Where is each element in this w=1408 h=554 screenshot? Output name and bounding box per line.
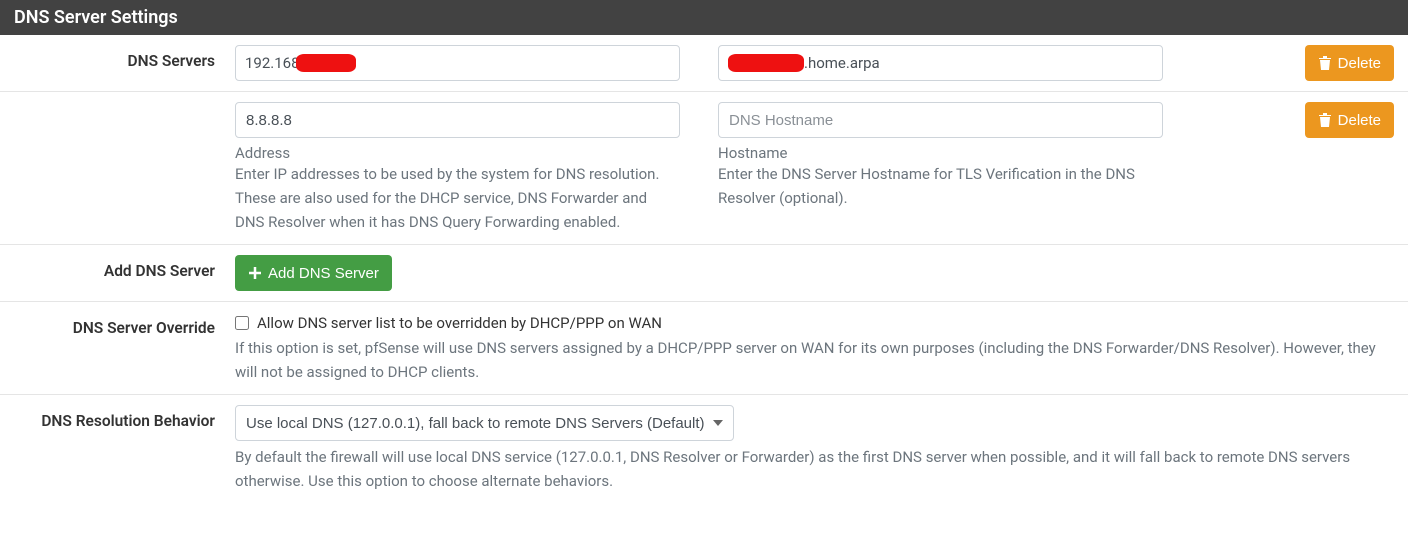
hostname-help-text: Enter the DNS Server Hostname for TLS Ve… (718, 162, 1158, 210)
dns-hostname-input-1[interactable] (718, 102, 1163, 138)
dns-resolution-label: DNS Resolution Behavior (0, 405, 235, 493)
dns-override-label: DNS Server Override (0, 312, 235, 384)
dns-override-row: DNS Server Override Allow DNS server lis… (0, 302, 1408, 395)
dns-resolution-help: By default the firewall will use local D… (235, 445, 1394, 493)
add-dns-server-row: Add DNS Server Add DNS Server (0, 245, 1408, 302)
add-dns-server-button[interactable]: Add DNS Server (235, 255, 392, 291)
add-dns-server-button-label: Add DNS Server (268, 265, 379, 282)
address-field-label: Address (235, 144, 680, 162)
dns-address-input-0[interactable] (235, 45, 680, 81)
dns-override-help: If this option is set, pfSense will use … (235, 336, 1394, 384)
dns-servers-row-0: DNS Servers 192.168 .home.arpa (0, 35, 1408, 92)
address-help-text: Enter IP addresses to be used by the sys… (235, 162, 675, 234)
plus-icon (248, 266, 262, 280)
panel-title: DNS Server Settings (14, 7, 178, 28)
delete-label: Delete (1338, 112, 1381, 129)
panel-header: DNS Server Settings (0, 0, 1408, 35)
add-dns-server-label: Add DNS Server (0, 255, 235, 291)
dns-servers-label: DNS Servers (0, 45, 235, 81)
dns-servers-row-1: Address Enter IP addresses to be used by… (0, 92, 1408, 245)
hostname-field-label: Hostname (718, 144, 1163, 162)
dns-resolution-select[interactable]: Use local DNS (127.0.0.1), fall back to … (235, 405, 734, 441)
dns-address-input-1[interactable] (235, 102, 680, 138)
trash-icon (1318, 112, 1332, 128)
delete-label: Delete (1338, 55, 1381, 72)
trash-icon (1318, 55, 1332, 71)
dns-resolution-row: DNS Resolution Behavior Use local DNS (1… (0, 395, 1408, 503)
delete-button-1[interactable]: Delete (1305, 102, 1394, 138)
dns-hostname-input-0[interactable] (718, 45, 1163, 81)
dns-override-checkbox[interactable] (235, 316, 249, 330)
dns-override-checkbox-label: Allow DNS server list to be overridden b… (257, 314, 662, 332)
delete-button-0[interactable]: Delete (1305, 45, 1394, 81)
